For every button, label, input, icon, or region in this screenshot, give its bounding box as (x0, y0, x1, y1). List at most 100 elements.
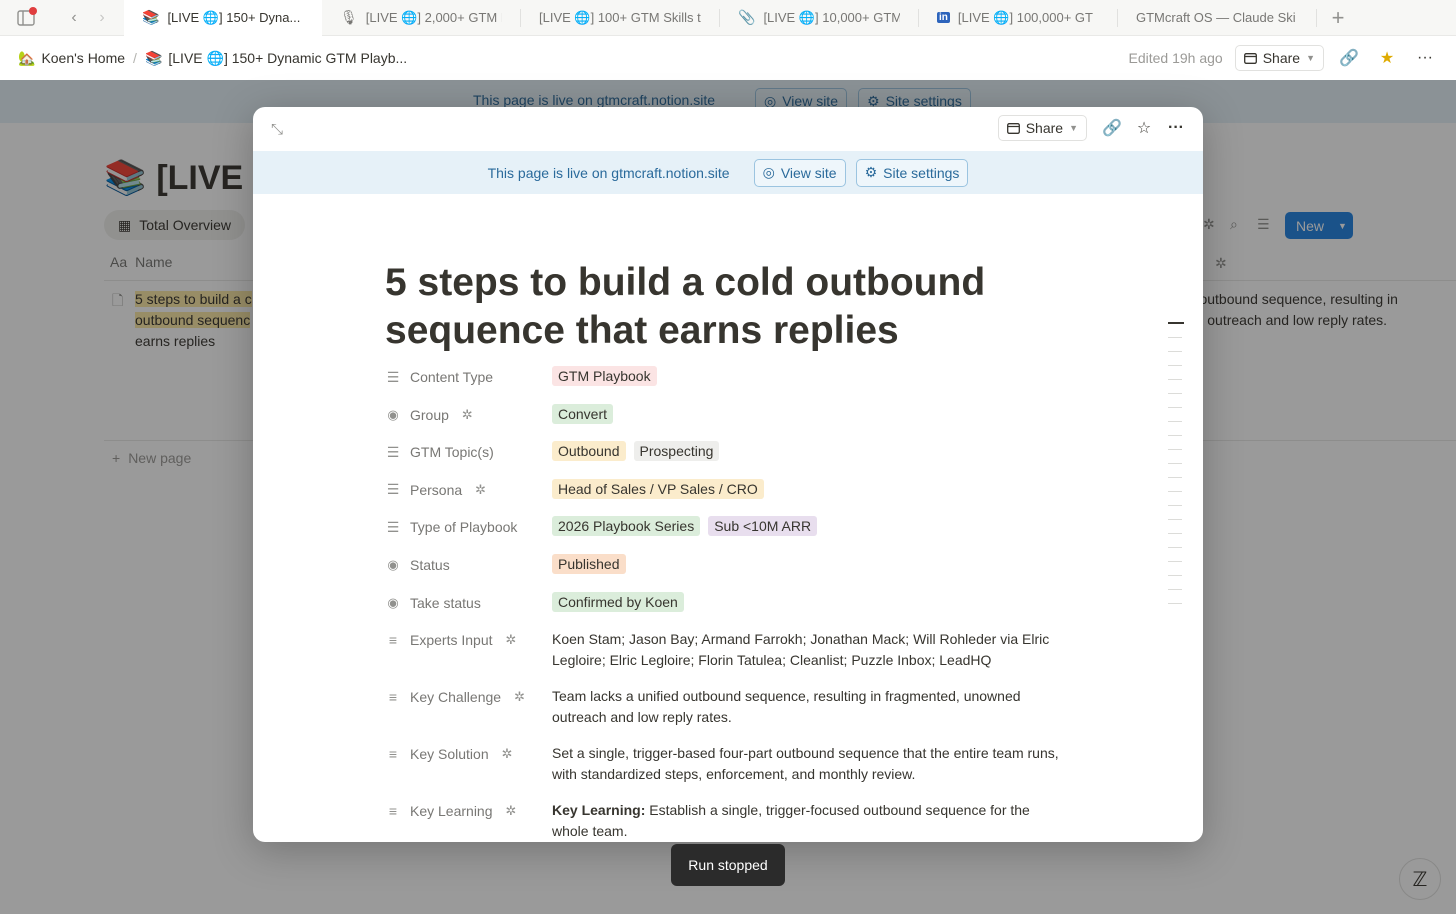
property-value[interactable]: Convert (552, 397, 1065, 424)
tab-3[interactable]: [LIVE 🌐] 100+ GTM Skills t (521, 0, 719, 36)
back-arrow-icon[interactable]: ‹ (60, 4, 88, 32)
modal-share-button[interactable]: Share ▼ (997, 115, 1087, 141)
star-icon[interactable]: ★ (1374, 45, 1400, 71)
outline-mark[interactable] (1168, 379, 1182, 380)
view-site-button[interactable]: ◎ View site (753, 158, 846, 187)
outline-mark[interactable] (1168, 533, 1182, 534)
property-key-label: Group (410, 406, 449, 423)
property-key-label: Content Type (410, 369, 494, 385)
forward-arrow-icon[interactable]: › (88, 4, 116, 32)
globe-icon: ◎ (762, 164, 775, 180)
view-site-label: View site (780, 164, 837, 181)
tab-4[interactable]: 📎 [LIVE 🌐] 10,000+ GTM (720, 0, 918, 36)
outline-mark[interactable] (1168, 561, 1182, 562)
property-value[interactable]: GTM Playbook (552, 359, 1065, 386)
property-text-value[interactable]: Set a single, trigger-based four-part ou… (552, 736, 1065, 793)
property-value[interactable]: Confirmed by Koen (552, 585, 1065, 612)
link-icon[interactable]: 🔗 (1099, 115, 1125, 141)
outline-mark[interactable] (1168, 519, 1182, 520)
outline-mark[interactable] (1168, 589, 1182, 590)
tab-5[interactable]: in [LIVE 🌐] 100,000+ GT (919, 0, 1117, 36)
tab-1[interactable]: 📚 [LIVE 🌐] 150+ Dyna... (124, 0, 322, 36)
ai-autofill-icon[interactable]: ✲ (502, 746, 513, 762)
outline-mark[interactable] (1168, 393, 1182, 394)
outline-mark[interactable] (1168, 505, 1182, 506)
star-outline-icon[interactable]: ☆ (1131, 115, 1157, 141)
browser-icon (1243, 52, 1257, 64)
outline-mark[interactable] (1168, 575, 1182, 576)
bold-prefix: Key Learning: (552, 802, 646, 819)
more-icon[interactable]: ··· (1163, 115, 1189, 141)
ai-autofill-icon[interactable]: ✲ (514, 689, 525, 705)
page-title[interactable]: 5 steps to build a cold outbound sequenc… (385, 259, 1025, 355)
outline-mark[interactable] (1168, 477, 1182, 478)
status-icon: ◉ (387, 406, 399, 422)
property-key[interactable]: ☰ Content Type (385, 359, 552, 395)
property-value[interactable]: Head of Sales / VP Sales / CRO (552, 472, 1065, 499)
outline-mark[interactable] (1168, 322, 1184, 324)
property-key[interactable]: ≡ Key Challenge ✲ (385, 679, 552, 715)
new-tab-icon[interactable]: + (1323, 3, 1353, 33)
property-row: ≡ Key Solution ✲ Set a single, trigger-base… (385, 736, 1065, 793)
outline-mark[interactable] (1168, 449, 1182, 450)
property-key[interactable]: ≡ Key Solution ✲ (385, 736, 552, 772)
sidebar-toggle-icon[interactable] (12, 4, 40, 32)
tab-2[interactable]: 🎙 [LIVE 🌐] 2,000+ GTM F (322, 0, 520, 36)
property-row: ☰ Type of Playbook 2026 Playbook Series Sub… (385, 509, 1065, 547)
property-value[interactable]: Published (552, 547, 1065, 574)
notification-dot (29, 6, 37, 15)
share-button[interactable]: Share ▼ (1234, 45, 1324, 71)
chevron-down-icon: ▼ (1306, 53, 1315, 63)
property-key[interactable]: ≡ Key Learning ✲ (385, 793, 552, 829)
table-of-contents-minimap[interactable] (1168, 322, 1184, 617)
books-icon: 📚 (142, 9, 160, 25)
ai-autofill-icon[interactable]: ✲ (506, 632, 517, 648)
property-key[interactable]: ☰ Persona ✲ (385, 472, 552, 508)
expand-icon[interactable]: ⤡ (267, 119, 287, 139)
tab-6[interactable]: GTMcraft OS — Claude Ski (1118, 0, 1316, 36)
outline-mark[interactable] (1168, 407, 1182, 408)
browser-icon (1006, 122, 1020, 134)
outline-mark[interactable] (1168, 547, 1182, 548)
tag-chip: Confirmed by Koen (552, 591, 684, 612)
property-row: ≡ Experts Input ✲ Koen Stam; Jason Bay; Arm… (385, 622, 1065, 679)
outline-mark[interactable] (1168, 351, 1182, 352)
property-key[interactable]: ☰ Type of Playbook (385, 509, 552, 545)
outline-mark[interactable] (1168, 463, 1182, 464)
property-key[interactable]: ≡ Experts Input ✲ (385, 622, 552, 658)
property-value[interactable]: Outbound Prospecting (552, 434, 1065, 462)
ai-autofill-icon[interactable]: ✲ (462, 407, 473, 423)
property-key[interactable]: ◉ Group ✲ (385, 397, 552, 433)
ai-autofill-icon[interactable]: ✲ (475, 482, 486, 498)
multi-select-icon: ☰ (386, 368, 400, 385)
property-key-label: Persona (410, 481, 463, 498)
property-value[interactable]: 2026 Playbook Series Sub <10M ARR (552, 509, 1065, 537)
multi-select-icon: ☰ (386, 443, 400, 460)
property-key[interactable]: ☰ GTM Topic(s) (385, 434, 552, 470)
tag-chip: Sub <10M ARR (708, 516, 818, 537)
tag-chip: Published (552, 553, 626, 574)
more-icon[interactable]: ··· (1412, 45, 1438, 71)
property-key-label: Key Challenge (410, 689, 502, 706)
property-text-value[interactable]: Koen Stam; Jason Bay; Armand Farrokh; Jo… (552, 622, 1065, 679)
outline-mark[interactable] (1168, 603, 1182, 604)
property-key[interactable]: ◉ Take status (385, 585, 552, 621)
ai-autofill-icon[interactable]: ✲ (506, 803, 517, 819)
outline-mark[interactable] (1168, 491, 1182, 492)
breadcrumb-home[interactable]: 🏡 Koen's Home (18, 50, 125, 67)
site-settings-label: Site settings (883, 164, 960, 181)
site-settings-button[interactable]: ⚙ Site settings (855, 158, 969, 187)
outline-mark[interactable] (1168, 421, 1182, 422)
outline-mark[interactable] (1168, 435, 1182, 436)
tab-label: [LIVE 🌐] 150+ Dyna... (167, 9, 301, 25)
link-icon[interactable]: 🔗 (1336, 45, 1362, 71)
breadcrumb-page[interactable]: 📚 [LIVE 🌐] 150+ Dynamic GTM Playb... (145, 50, 407, 67)
linkedin-icon: in (937, 12, 950, 23)
outline-mark[interactable] (1168, 365, 1182, 366)
property-text-value[interactable]: Key Learning: Establish a single, trigge… (552, 793, 1065, 842)
property-text-value[interactable]: Team lacks a unified outbound sequence, … (552, 679, 1065, 736)
outline-mark[interactable] (1168, 337, 1182, 338)
property-key[interactable]: ◉ Status (385, 547, 552, 583)
modal-actions: Share ▼ 🔗 ☆ ··· (997, 115, 1189, 141)
property-row: ◉ Status Published (385, 547, 1065, 585)
